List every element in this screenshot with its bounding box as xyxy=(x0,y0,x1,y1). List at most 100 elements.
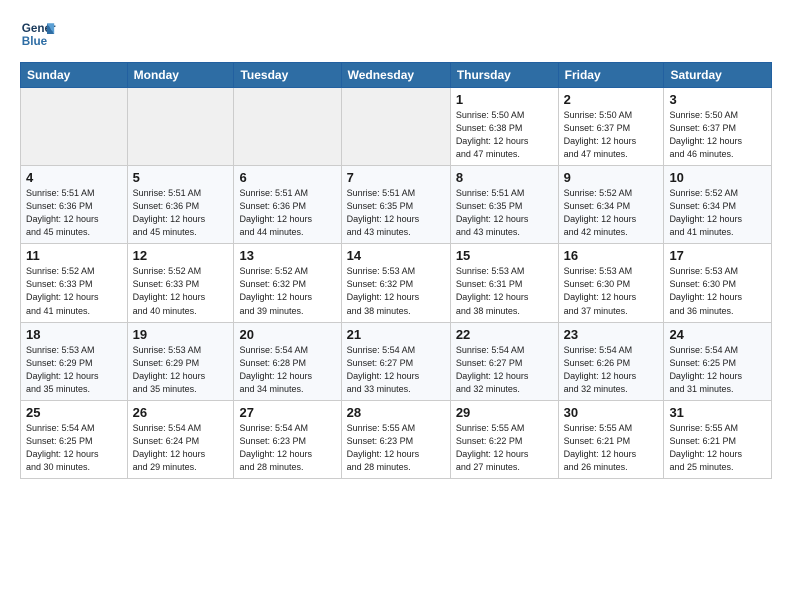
day-info: Sunrise: 5:53 AM Sunset: 6:32 PM Dayligh… xyxy=(347,265,445,317)
day-number: 30 xyxy=(564,405,659,420)
day-info: Sunrise: 5:54 AM Sunset: 6:27 PM Dayligh… xyxy=(456,344,553,396)
day-number: 9 xyxy=(564,170,659,185)
weekday-header-friday: Friday xyxy=(558,63,664,88)
day-number: 20 xyxy=(239,327,335,342)
day-info: Sunrise: 5:50 AM Sunset: 6:37 PM Dayligh… xyxy=(669,109,766,161)
calendar-week-3: 11Sunrise: 5:52 AM Sunset: 6:33 PM Dayli… xyxy=(21,244,772,322)
calendar-day-24: 24 Sunrise: 5:54 AM Sunset: 6:25 PM Dayli… xyxy=(664,322,772,400)
calendar-day-27: 27Sunrise: 5:54 AM Sunset: 6:23 PM Dayli… xyxy=(234,400,341,478)
calendar-empty xyxy=(341,88,450,166)
day-number: 4 xyxy=(26,170,122,185)
day-number: 6 xyxy=(239,170,335,185)
day-number: 22 xyxy=(456,327,553,342)
day-number: 5 xyxy=(133,170,229,185)
day-info: Sunrise: 5:50 AM Sunset: 6:37 PM Dayligh… xyxy=(564,109,659,161)
day-info: Sunrise: 5:54 AM Sunset: 6:24 PM Dayligh… xyxy=(133,422,229,474)
day-info: Sunrise: 5:54 AM Sunset: 6:25 PM Dayligh… xyxy=(26,422,122,474)
weekday-header-monday: Monday xyxy=(127,63,234,88)
day-info: Sunrise: 5:55 AM Sunset: 6:21 PM Dayligh… xyxy=(669,422,766,474)
calendar-day-11: 11Sunrise: 5:52 AM Sunset: 6:33 PM Dayli… xyxy=(21,244,128,322)
day-number: 21 xyxy=(347,327,445,342)
weekday-header-row: SundayMondayTuesdayWednesdayThursdayFrid… xyxy=(21,63,772,88)
calendar-day-8: 8 Sunrise: 5:51 AM Sunset: 6:35 PM Daylig… xyxy=(450,166,558,244)
day-number: 18 xyxy=(26,327,122,342)
day-number: 23 xyxy=(564,327,659,342)
calendar-day-31: 31 Sunrise: 5:55 AM Sunset: 6:21 PM Dayli… xyxy=(664,400,772,478)
weekday-header-saturday: Saturday xyxy=(664,63,772,88)
day-number: 31 xyxy=(669,405,766,420)
day-info: Sunrise: 5:52 AM Sunset: 6:33 PM Dayligh… xyxy=(133,265,229,317)
calendar-day-28: 28 Sunrise: 5:55 AM Sunset: 6:23 PM Dayli… xyxy=(341,400,450,478)
calendar-day-6: 6 Sunrise: 5:51 AM Sunset: 6:36 PM Daylig… xyxy=(234,166,341,244)
day-info: Sunrise: 5:55 AM Sunset: 6:23 PM Dayligh… xyxy=(347,422,445,474)
day-info: Sunrise: 5:53 AM Sunset: 6:30 PM Dayligh… xyxy=(669,265,766,317)
day-info: Sunrise: 5:55 AM Sunset: 6:21 PM Dayligh… xyxy=(564,422,659,474)
calendar-empty xyxy=(234,88,341,166)
day-number: 7 xyxy=(347,170,445,185)
day-number: 24 xyxy=(669,327,766,342)
calendar-day-26: 26 Sunrise: 5:54 AM Sunset: 6:24 PM Dayli… xyxy=(127,400,234,478)
calendar-week-4: 18Sunrise: 5:53 AM Sunset: 6:29 PM Dayli… xyxy=(21,322,772,400)
calendar-day-22: 22 Sunrise: 5:54 AM Sunset: 6:27 PM Dayli… xyxy=(450,322,558,400)
calendar-table: SundayMondayTuesdayWednesdayThursdayFrid… xyxy=(20,62,772,479)
day-number: 14 xyxy=(347,248,445,263)
calendar-empty xyxy=(21,88,128,166)
calendar-day-21: 21Sunrise: 5:54 AM Sunset: 6:27 PM Dayli… xyxy=(341,322,450,400)
calendar-day-10: 10 Sunrise: 5:52 AM Sunset: 6:34 PM Dayli… xyxy=(664,166,772,244)
day-number: 3 xyxy=(669,92,766,107)
weekday-header-wednesday: Wednesday xyxy=(341,63,450,88)
day-info: Sunrise: 5:52 AM Sunset: 6:32 PM Dayligh… xyxy=(239,265,335,317)
weekday-header-thursday: Thursday xyxy=(450,63,558,88)
calendar-week-5: 25Sunrise: 5:54 AM Sunset: 6:25 PM Dayli… xyxy=(21,400,772,478)
day-info: Sunrise: 5:51 AM Sunset: 6:35 PM Dayligh… xyxy=(456,187,553,239)
day-number: 8 xyxy=(456,170,553,185)
calendar-day-5: 5Sunrise: 5:51 AM Sunset: 6:36 PM Daylig… xyxy=(127,166,234,244)
calendar-day-30: 30 Sunrise: 5:55 AM Sunset: 6:21 PM Dayli… xyxy=(558,400,664,478)
calendar-day-14: 14 Sunrise: 5:53 AM Sunset: 6:32 PM Dayli… xyxy=(341,244,450,322)
calendar-day-17: 17Sunrise: 5:53 AM Sunset: 6:30 PM Dayli… xyxy=(664,244,772,322)
day-info: Sunrise: 5:54 AM Sunset: 6:23 PM Dayligh… xyxy=(239,422,335,474)
day-info: Sunrise: 5:52 AM Sunset: 6:34 PM Dayligh… xyxy=(669,187,766,239)
day-number: 2 xyxy=(564,92,659,107)
day-info: Sunrise: 5:53 AM Sunset: 6:30 PM Dayligh… xyxy=(564,265,659,317)
calendar-day-7: 7 Sunrise: 5:51 AM Sunset: 6:35 PM Daylig… xyxy=(341,166,450,244)
day-info: Sunrise: 5:52 AM Sunset: 6:34 PM Dayligh… xyxy=(564,187,659,239)
svg-text:Blue: Blue xyxy=(22,35,48,48)
calendar-day-29: 29Sunrise: 5:55 AM Sunset: 6:22 PM Dayli… xyxy=(450,400,558,478)
day-info: Sunrise: 5:54 AM Sunset: 6:25 PM Dayligh… xyxy=(669,344,766,396)
calendar-day-3: 3 Sunrise: 5:50 AM Sunset: 6:37 PM Daylig… xyxy=(664,88,772,166)
day-info: Sunrise: 5:51 AM Sunset: 6:35 PM Dayligh… xyxy=(347,187,445,239)
page: General Blue SundayMondayTuesdayWednesda… xyxy=(0,0,792,499)
day-number: 26 xyxy=(133,405,229,420)
calendar-day-19: 19Sunrise: 5:53 AM Sunset: 6:29 PM Dayli… xyxy=(127,322,234,400)
header: General Blue xyxy=(20,16,772,52)
calendar-day-16: 16 Sunrise: 5:53 AM Sunset: 6:30 PM Dayli… xyxy=(558,244,664,322)
day-info: Sunrise: 5:53 AM Sunset: 6:31 PM Dayligh… xyxy=(456,265,553,317)
day-number: 16 xyxy=(564,248,659,263)
day-number: 1 xyxy=(456,92,553,107)
calendar-day-2: 2 Sunrise: 5:50 AM Sunset: 6:37 PM Daylig… xyxy=(558,88,664,166)
day-number: 29 xyxy=(456,405,553,420)
calendar-week-1: 1Sunrise: 5:50 AM Sunset: 6:38 PM Daylig… xyxy=(21,88,772,166)
day-number: 19 xyxy=(133,327,229,342)
generalblue-logo-icon: General Blue xyxy=(20,16,56,52)
day-number: 15 xyxy=(456,248,553,263)
day-info: Sunrise: 5:51 AM Sunset: 6:36 PM Dayligh… xyxy=(26,187,122,239)
calendar-day-25: 25Sunrise: 5:54 AM Sunset: 6:25 PM Dayli… xyxy=(21,400,128,478)
calendar-day-18: 18Sunrise: 5:53 AM Sunset: 6:29 PM Dayli… xyxy=(21,322,128,400)
weekday-header-sunday: Sunday xyxy=(21,63,128,88)
calendar-day-13: 13Sunrise: 5:52 AM Sunset: 6:32 PM Dayli… xyxy=(234,244,341,322)
calendar-day-12: 12 Sunrise: 5:52 AM Sunset: 6:33 PM Dayli… xyxy=(127,244,234,322)
calendar-day-15: 15 Sunrise: 5:53 AM Sunset: 6:31 PM Dayli… xyxy=(450,244,558,322)
weekday-header-tuesday: Tuesday xyxy=(234,63,341,88)
day-info: Sunrise: 5:52 AM Sunset: 6:33 PM Dayligh… xyxy=(26,265,122,317)
day-info: Sunrise: 5:51 AM Sunset: 6:36 PM Dayligh… xyxy=(239,187,335,239)
calendar-empty xyxy=(127,88,234,166)
calendar-day-23: 23Sunrise: 5:54 AM Sunset: 6:26 PM Dayli… xyxy=(558,322,664,400)
day-number: 28 xyxy=(347,405,445,420)
logo: General Blue xyxy=(20,16,56,52)
day-number: 12 xyxy=(133,248,229,263)
day-number: 10 xyxy=(669,170,766,185)
calendar-day-20: 20Sunrise: 5:54 AM Sunset: 6:28 PM Dayli… xyxy=(234,322,341,400)
calendar-week-2: 4 Sunrise: 5:51 AM Sunset: 6:36 PM Daylig… xyxy=(21,166,772,244)
